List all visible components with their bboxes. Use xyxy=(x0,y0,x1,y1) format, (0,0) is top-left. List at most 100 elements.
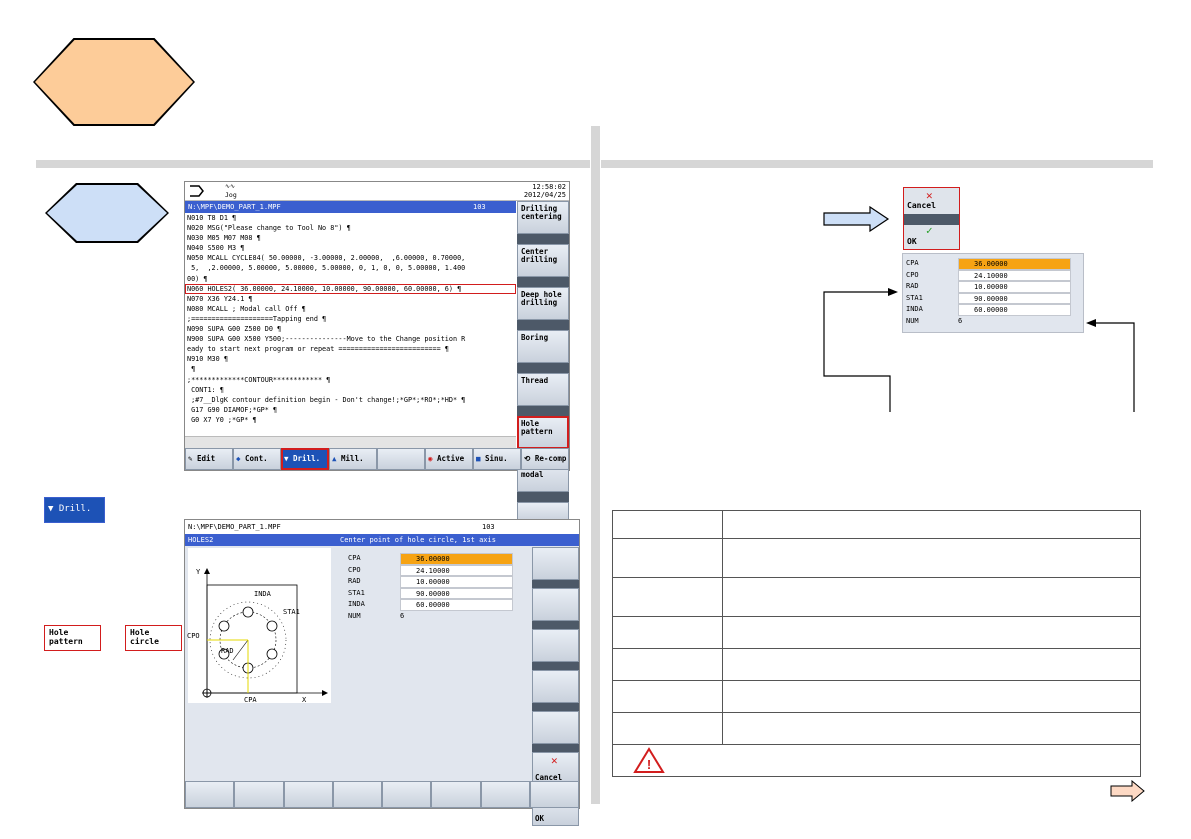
hole-circle-softkey-reference[interactable]: Hole circle xyxy=(125,625,182,651)
softkey-empty[interactable] xyxy=(532,670,579,703)
rad-label: RAD xyxy=(221,647,234,655)
horizontal-softkey-bar xyxy=(185,781,579,808)
cpo-field[interactable]: 24.10000 xyxy=(400,564,513,576)
section-divider-vertical xyxy=(591,126,600,804)
softkey-deep-hole-drilling[interactable]: Deep hole drilling xyxy=(517,287,569,320)
code-line[interactable]: N030 M05 M07 M08 ¶ xyxy=(185,233,516,243)
ok-cancel-softkeys: ✕ Cancel ✓ OK xyxy=(903,187,960,250)
code-line[interactable]: N910 M30 ¶ xyxy=(185,354,516,364)
softkey-empty[interactable] xyxy=(185,781,235,808)
softkey-empty[interactable] xyxy=(283,781,333,808)
code-line[interactable]: N010 T8 D1 ¶ xyxy=(185,213,516,223)
softkey-empty[interactable] xyxy=(377,448,425,470)
status-bar: ∿∿ Jog 12:58:02 2012/04/25 xyxy=(185,182,569,201)
softkey-empty[interactable] xyxy=(532,629,579,662)
cancel-button[interactable]: ✕ Cancel xyxy=(904,188,959,214)
num-field[interactable]: 6 xyxy=(400,611,513,623)
softkey-empty[interactable] xyxy=(532,547,579,580)
program-path-bar: N:\MPF\DEMO_PART_1.MPF 103 xyxy=(185,520,579,534)
sta1-label: STA1 xyxy=(283,608,300,616)
softkey-drill[interactable]: ▼ Drill. xyxy=(281,448,329,470)
table-row xyxy=(612,712,1141,745)
cpo-label: CPO xyxy=(187,632,200,640)
param-row-cpa: CPA 36.00000 xyxy=(345,553,530,565)
param-label: CPA xyxy=(348,554,361,562)
softkey-active[interactable]: ◉ Active xyxy=(425,448,473,470)
cycle-title-bar: HOLES2 Center point of hole circle, 1st … xyxy=(185,534,579,546)
info-table: ! xyxy=(612,510,1141,777)
softkey-empty[interactable] xyxy=(332,781,382,808)
code-line[interactable]: 00) ¶ xyxy=(185,274,516,284)
cancel-icon: ✕ xyxy=(551,754,558,767)
param-label: RAD xyxy=(348,577,361,585)
drill-softkey-reference[interactable]: ▼ Drill. xyxy=(44,497,105,523)
code-line[interactable]: N090 SUPA G00 Z500 D0 ¶ xyxy=(185,324,516,334)
code-line[interactable]: G0 X7 Y0 ;*GP* ¶ xyxy=(185,415,516,425)
hole-pattern-softkey-reference[interactable]: Hole pattern xyxy=(44,625,101,651)
code-line[interactable]: N020 MSG("Please change to Tool No 8") ¶ xyxy=(185,223,516,233)
param-row-cpa: CPA 36.00000 xyxy=(903,258,1083,270)
param-row-rad: RAD 10.00000 xyxy=(345,576,530,588)
drill-label: Drill. xyxy=(58,504,92,514)
param-row-inda: INDA 60.00000 xyxy=(345,599,530,611)
code-line[interactable]: ;*************CONTOUR************ ¶ xyxy=(185,375,516,385)
program-code-area[interactable]: N010 T8 D1 ¶ N020 MSG("Please change to … xyxy=(185,213,516,436)
code-line[interactable]: G17 G90 DIAMOF;*GP* ¶ xyxy=(185,405,516,415)
softkey-hole-pattern[interactable]: Hole pattern xyxy=(517,416,569,449)
code-line[interactable]: ;====================Tapping end ¶ xyxy=(185,314,516,324)
softkey-center-drilling[interactable]: Center drilling xyxy=(517,244,569,277)
code-line[interactable]: N070 X36 Y24.1 ¶ xyxy=(185,294,516,304)
softkey-contour[interactable]: ◆ Cont. xyxy=(233,448,281,470)
code-line[interactable]: ;#7__DlgK contour definition begin - Don… xyxy=(185,395,516,405)
program-line-count: 103 xyxy=(482,523,495,531)
softkey-empty[interactable] xyxy=(234,781,284,808)
svg-text:!: ! xyxy=(647,757,651,772)
rad-field[interactable]: 10.00000 xyxy=(400,576,513,588)
softkey-empty[interactable] xyxy=(529,781,579,808)
code-line[interactable]: N900 SUPA G00 X500 Y500;---------------M… xyxy=(185,334,516,344)
recompile-icon: ⟲ xyxy=(524,454,531,463)
ok-button[interactable]: ✓ OK xyxy=(904,224,959,248)
softkey-edit[interactable]: ✎ Edit xyxy=(185,448,233,470)
cycle-name: HOLES2 xyxy=(188,536,214,544)
cpa-field[interactable]: 36.00000 xyxy=(400,553,513,565)
code-line[interactable]: 5, ,2.00000, 5.00000, 5.00000, 5.00000, … xyxy=(185,263,516,273)
code-line[interactable]: N050 MCALL CYCLE84( 50.00000, -3.00000, … xyxy=(185,253,516,263)
code-line[interactable]: CONT1: ¶ xyxy=(185,385,516,395)
softkey-empty[interactable] xyxy=(532,588,579,621)
code-line[interactable]: eady to start next program or repeat ===… xyxy=(185,344,516,354)
code-line[interactable]: N040 S500 M3 ¶ xyxy=(185,243,516,253)
softkey-empty[interactable] xyxy=(431,781,481,808)
horizontal-scrollbar[interactable] xyxy=(185,436,516,448)
softkey-boring[interactable]: Boring xyxy=(517,330,569,363)
softkey-empty[interactable] xyxy=(532,711,579,744)
parameter-hint: Center point of hole circle, 1st axis xyxy=(340,536,496,544)
softkey-sinumerik[interactable]: ■ Sinu. xyxy=(473,448,521,470)
y-axis-label: Y xyxy=(196,568,201,576)
program-path: N:\MPF\DEMO_PART_1.MPF xyxy=(188,203,281,211)
table-row xyxy=(612,680,1141,713)
code-line-selected[interactable]: N060 HOLES2( 36.00000, 24.10000, 10.0000… xyxy=(185,283,516,294)
cpa-field[interactable]: 36.00000 xyxy=(958,258,1071,270)
clock-date: 2012/04/25 xyxy=(523,191,566,199)
edit-icon: ✎ xyxy=(188,454,193,463)
table-row-warning: ! xyxy=(612,744,1141,777)
inda-field[interactable]: 60.00000 xyxy=(400,599,513,611)
softkey-empty[interactable] xyxy=(480,781,530,808)
table-row xyxy=(612,648,1141,681)
softkey-empty[interactable] xyxy=(382,781,432,808)
clock-time: 12:58:02 xyxy=(532,183,566,191)
code-line[interactable]: ¶ xyxy=(185,364,516,374)
softkey-thread[interactable]: Thread xyxy=(517,373,569,406)
section-divider-left xyxy=(36,160,590,168)
param-label: STA1 xyxy=(348,588,365,597)
code-line[interactable]: N080 MCALL ; Modal call Off ¶ xyxy=(185,304,516,314)
next-page-arrow-icon[interactable] xyxy=(1110,780,1146,802)
softkey-recompile[interactable]: ⟲ Re-comp. xyxy=(521,448,569,470)
param-label: INDA xyxy=(348,600,365,608)
softkey-drilling-centering[interactable]: Drilling centering xyxy=(517,201,569,234)
cancel-label: Cancel xyxy=(907,201,936,210)
section-divider-right xyxy=(601,160,1153,168)
softkey-mill[interactable]: ▲ Mill. xyxy=(329,448,377,470)
sta1-field[interactable]: 90.00000 xyxy=(400,587,513,599)
